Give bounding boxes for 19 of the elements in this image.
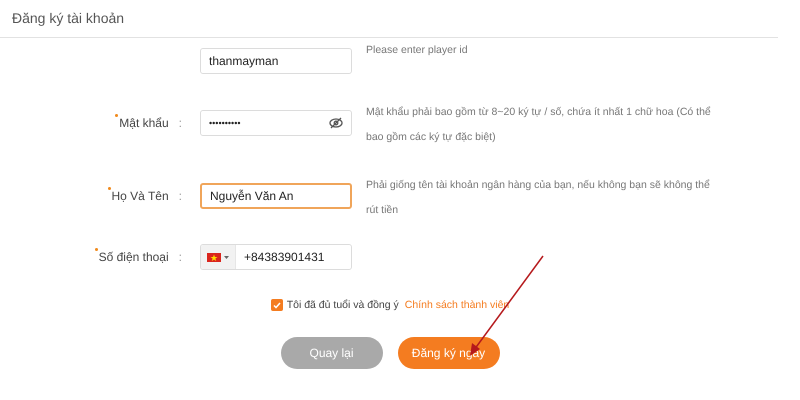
field-label: Họ Và Tên <box>112 189 169 203</box>
phone-field[interactable]: +84383901431 <box>200 244 352 270</box>
colon: : <box>178 189 182 203</box>
field-hint: Phải giống tên tài khoản ngân hàng của bạn, nếu không bạn sẽ không thể rút tiền <box>366 178 711 218</box>
page-title: Đăng ký tài khoản <box>12 10 124 26</box>
field-label: Mật khẩu <box>119 116 169 130</box>
colon: : <box>178 250 182 264</box>
flag-icon[interactable] <box>207 252 221 262</box>
caret-icon[interactable] <box>224 256 229 258</box>
field-hint: Mật khẩu phải bao gồm từ 8~20 ký tự / số, chứa ít nhất 1 chữ hoa (Có thể bao gồm các ký tự đặc biệt) <box>366 105 712 145</box>
field-label: Số điện thoại <box>98 250 169 264</box>
agreement-text: Tôi đã đủ tuổi và đồng ý <box>286 299 399 311</box>
checkbox[interactable] <box>270 299 283 311</box>
input-field[interactable]: thanmayman <box>200 48 352 74</box>
eye-slash-icon[interactable] <box>329 117 343 129</box>
colon: : <box>178 116 182 130</box>
password-field[interactable]: •••••••••• <box>200 110 352 136</box>
field-hint: Please enter player id <box>366 43 469 58</box>
input-field[interactable]: Nguyễn Văn An <box>200 183 352 209</box>
